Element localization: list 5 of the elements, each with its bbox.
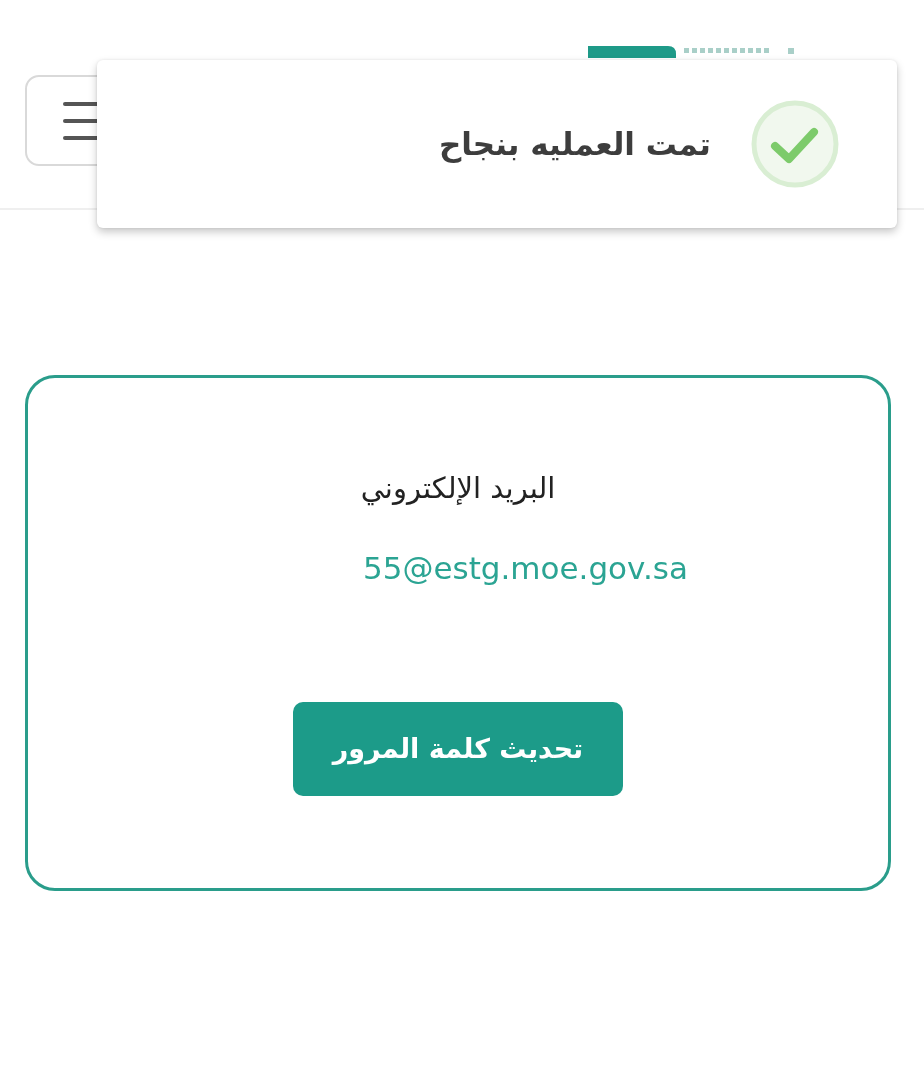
update-password-button[interactable]: تحديث كلمة المرور: [293, 702, 623, 796]
email-value: 55@estg.moe.gov.sa: [362, 548, 688, 588]
toast-message: تمت العمليه بنجاح: [438, 126, 711, 162]
email-label: البريد الإلكتروني: [360, 470, 556, 508]
menu-icon: [63, 101, 99, 140]
